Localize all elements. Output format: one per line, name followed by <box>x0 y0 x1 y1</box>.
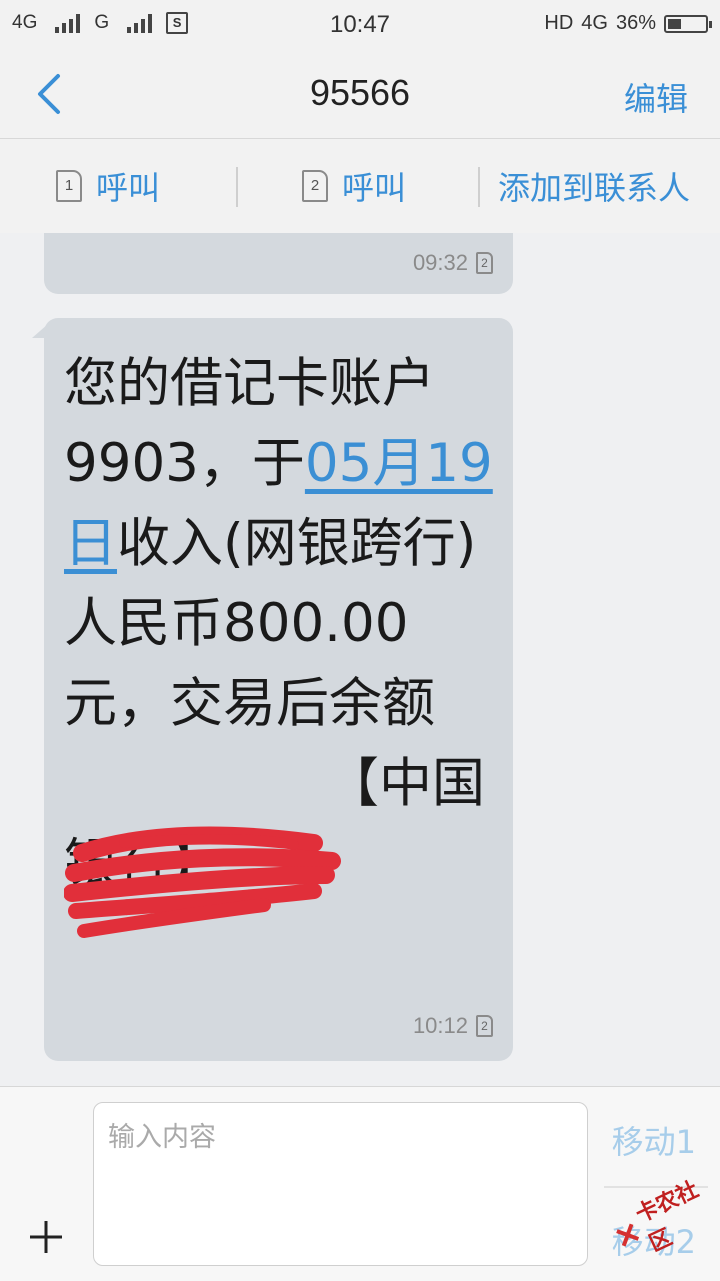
send-sim1-button[interactable]: 移动1 <box>612 1117 696 1163</box>
redaction-scribble <box>64 826 341 938</box>
message-bubble[interactable]: 09:32 2 <box>44 233 513 294</box>
network-type-label: 4G <box>581 12 608 34</box>
call-sim1-label: 呼叫 <box>96 169 161 207</box>
contact-actions-bar: 1 呼叫 2 呼叫 添加到联系人 <box>0 139 720 233</box>
message-bubble[interactable]: 您的借记卡账户9903，于05月19日收入(网银跨行)人民币800.00元，交易… <box>32 318 513 1061</box>
call-sim2-label: 呼叫 <box>342 169 407 207</box>
battery-percent: 36% <box>615 12 656 34</box>
divider <box>236 167 238 207</box>
message-text: 收入(网银跨行)人民币800.00元，交易后余额 <box>64 513 477 734</box>
header-bar: 95566 编辑 <box>0 50 720 139</box>
message-time: 09:32 <box>412 250 468 275</box>
hd-label: HD <box>544 12 574 34</box>
message-meta: 09:32 2 <box>413 250 493 276</box>
status-bar: 4G G S 10:47 HD 4G 36% <box>0 0 720 50</box>
call-sim1-button[interactable]: 1 呼叫 <box>56 139 160 233</box>
conversation-title: 95566 <box>309 72 411 113</box>
battery-icon <box>664 14 712 33</box>
sim1-icon: 1 <box>56 170 82 202</box>
message-list[interactable]: 09:32 2 您的借记卡账户9903，于05月19日收入(网银跨行)人民币80… <box>0 233 720 1086</box>
message-meta: 10:12 2 <box>413 1013 493 1039</box>
battery-fill <box>668 18 681 29</box>
sim2-icon: 2 <box>476 252 493 274</box>
add-to-contacts-label: 添加到联系人 <box>498 169 691 207</box>
call-sim2-button[interactable]: 2 呼叫 <box>302 139 406 233</box>
message-time: 10:12 <box>412 1013 468 1038</box>
add-attachment-icon[interactable] <box>28 1219 64 1255</box>
sim2-icon: 2 <box>476 1015 493 1037</box>
divider <box>478 167 480 207</box>
sim2-icon: 2 <box>302 170 328 202</box>
message-input[interactable]: 输入内容 <box>93 1102 588 1266</box>
edit-button[interactable]: 编辑 <box>624 74 688 120</box>
composer-bar: 输入内容 移动1 移动2 <box>0 1086 720 1281</box>
add-to-contacts-button[interactable]: 添加到联系人 <box>498 139 690 233</box>
bubble-tail <box>32 324 48 338</box>
